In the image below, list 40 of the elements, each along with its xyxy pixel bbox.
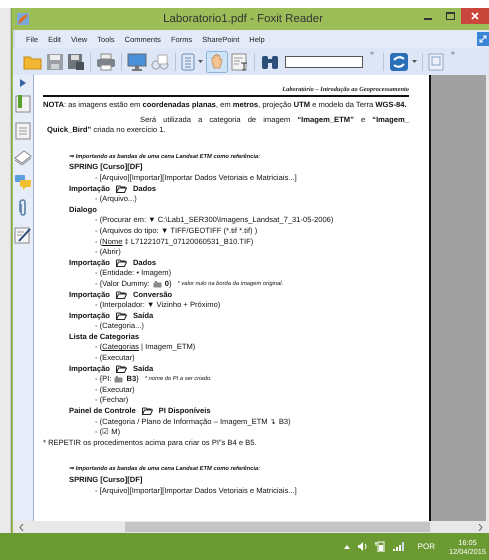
folder-icon <box>116 364 127 373</box>
signal-icon[interactable] <box>392 542 404 551</box>
folder-icon <box>142 407 153 416</box>
restore-button[interactable] <box>477 32 489 46</box>
window-title: Laboratorio1.pdf - Foxit Reader <box>162 13 324 25</box>
bookmark-page-icon[interactable] <box>15 95 31 113</box>
layers-icon[interactable] <box>14 149 32 165</box>
scroll-left-icon[interactable] <box>19 524 24 530</box>
scroll-right-icon[interactable] <box>478 524 483 530</box>
monitor-icon[interactable] <box>127 52 147 70</box>
search-field[interactable] <box>285 56 363 68</box>
folder-icon <box>116 184 127 193</box>
text-select-icon[interactable] <box>231 52 249 70</box>
input-box-icon <box>114 376 124 384</box>
expand-arrow-icon[interactable] <box>20 79 26 87</box>
swirl-icon[interactable] <box>388 52 409 72</box>
maximize-icon <box>446 12 454 20</box>
save-as-icon[interactable] <box>67 52 85 70</box>
paperclip-icon[interactable] <box>18 199 28 217</box>
pages-icon[interactable] <box>15 122 31 140</box>
speaker-icon[interactable] <box>358 542 367 551</box>
app-icon <box>17 13 29 25</box>
caret-icon[interactable] <box>198 60 203 64</box>
close-button[interactable] <box>461 8 489 24</box>
horizontal-scrollbar[interactable] <box>13 521 489 533</box>
page-icon[interactable] <box>181 52 195 70</box>
up-arrow-icon[interactable] <box>344 544 350 548</box>
scrollbar-thumb[interactable] <box>125 522 430 532</box>
printer-icon[interactable] <box>96 52 116 70</box>
folder-icon <box>116 312 127 320</box>
input-box-icon <box>152 280 162 288</box>
expand-arrows-icon <box>479 35 487 43</box>
folder-icon <box>116 259 127 268</box>
comments-icon[interactable] <box>14 174 32 190</box>
folder-icon <box>116 290 127 299</box>
battery-icon[interactable] <box>374 541 385 552</box>
caret-icon[interactable] <box>412 60 417 64</box>
signature-icon[interactable] <box>14 226 32 244</box>
document-icon[interactable] <box>428 52 444 70</box>
close-icon <box>471 12 479 20</box>
